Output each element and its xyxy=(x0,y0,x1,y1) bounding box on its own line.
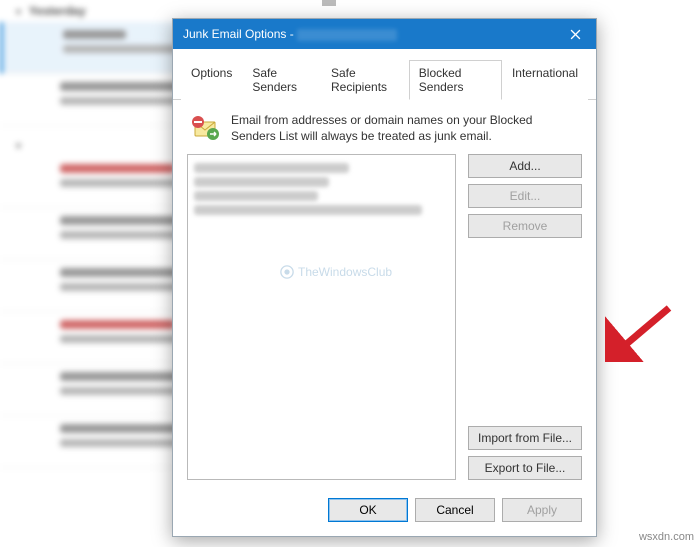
edit-button[interactable]: Edit... xyxy=(468,184,582,208)
import-from-file-button[interactable]: Import from File... xyxy=(468,426,582,450)
dialog-title: Junk Email Options - xyxy=(183,27,554,41)
blocked-senders-listbox[interactable] xyxy=(187,154,456,480)
tab-international[interactable]: International xyxy=(502,60,588,100)
export-to-file-button[interactable]: Export to File... xyxy=(468,456,582,480)
annotation-arrow xyxy=(605,302,675,362)
blocked-senders-icon xyxy=(189,112,221,144)
scrollbar-thumb[interactable] xyxy=(322,0,336,6)
tab-safe-senders[interactable]: Safe Senders xyxy=(242,60,321,100)
ok-button[interactable]: OK xyxy=(328,498,408,522)
tab-content: Email from addresses or domain names on … xyxy=(173,100,596,488)
dialog-footer: OK Cancel Apply xyxy=(173,488,596,536)
tab-safe-recipients[interactable]: Safe Recipients xyxy=(321,60,409,100)
source-attribution: wsxdn.com xyxy=(639,531,694,543)
tab-strip: Options Safe Senders Safe Recipients Blo… xyxy=(173,49,596,100)
description-text: Email from addresses or domain names on … xyxy=(231,112,580,144)
close-button[interactable] xyxy=(554,19,596,49)
titlebar: Junk Email Options - xyxy=(173,19,596,49)
tab-blocked-senders[interactable]: Blocked Senders xyxy=(409,60,502,100)
remove-button[interactable]: Remove xyxy=(468,214,582,238)
tab-options[interactable]: Options xyxy=(181,60,242,100)
apply-button[interactable]: Apply xyxy=(502,498,582,522)
junk-email-options-dialog: Junk Email Options - Options Safe Sender… xyxy=(172,18,597,537)
close-icon xyxy=(570,29,581,40)
cancel-button[interactable]: Cancel xyxy=(415,498,495,522)
add-button[interactable]: Add... xyxy=(468,154,582,178)
side-button-column: Add... Edit... Remove Import from File..… xyxy=(468,154,582,480)
